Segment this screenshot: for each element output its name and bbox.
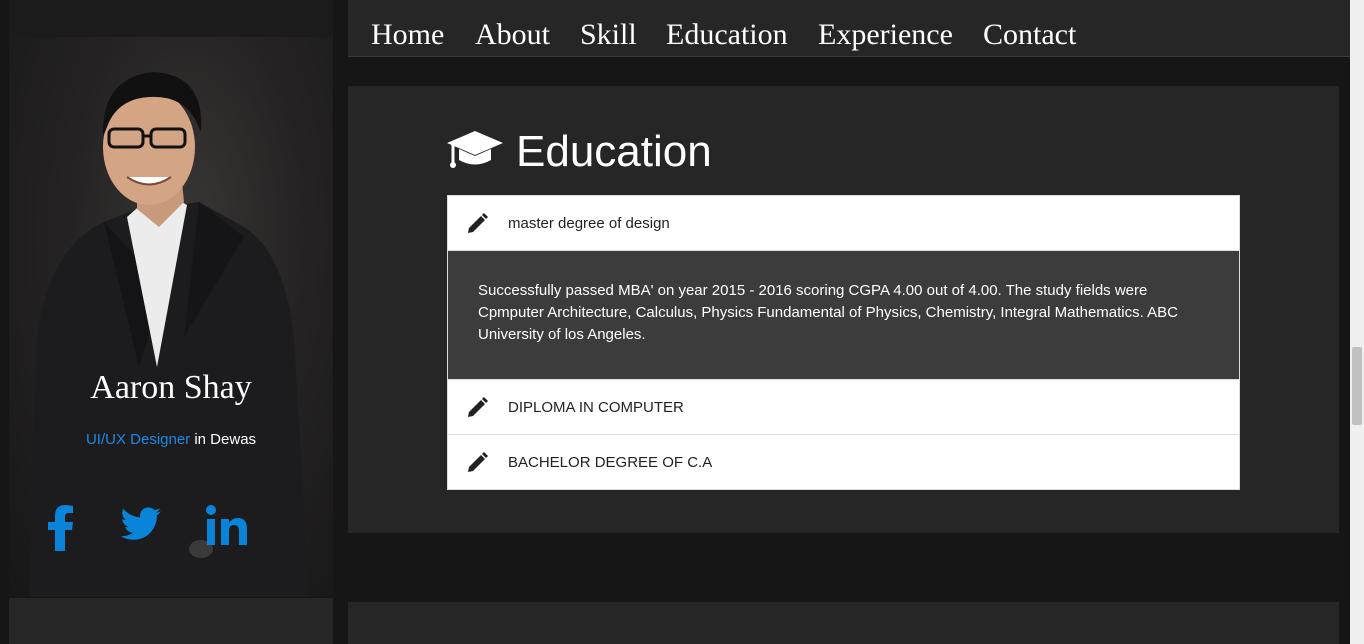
education-item-header[interactable]: master degree of design	[448, 196, 1239, 251]
education-item-header[interactable]: DIPLOMA IN COMPUTER	[448, 380, 1239, 435]
education-item-header[interactable]: BACHELOR DEGREE OF C.A	[448, 435, 1239, 489]
pencil-icon	[448, 451, 508, 473]
facebook-icon[interactable]	[47, 505, 75, 556]
profile-name: Aaron Shay	[90, 369, 252, 406]
education-accordion: master degree of design Successfully pas…	[447, 195, 1240, 490]
pencil-icon	[448, 396, 508, 418]
nav-education[interactable]: Education	[666, 18, 788, 52]
education-title: Education	[516, 127, 712, 176]
top-navigation: Home About Skill Education Experience Co…	[348, 0, 1350, 57]
education-item-details: Successfully passed MBA' on year 2015 - …	[448, 251, 1239, 380]
social-links	[9, 505, 333, 555]
next-section-panel	[348, 602, 1339, 644]
nav-contact[interactable]: Contact	[983, 18, 1076, 52]
education-item-label: BACHELOR DEGREE OF C.A	[508, 453, 713, 471]
education-item-label: DIPLOMA IN COMPUTER	[508, 398, 684, 416]
profile-role-link[interactable]: UI/UX Designer	[86, 431, 190, 448]
education-heading: Education	[446, 122, 712, 182]
nav-about[interactable]: About	[475, 18, 550, 52]
pencil-icon	[448, 212, 508, 234]
profile-location: in Dewas	[190, 431, 257, 448]
nav-skill[interactable]: Skill	[580, 18, 637, 52]
graduation-cap-icon	[446, 129, 504, 176]
page-scrollbar[interactable]	[1350, 0, 1364, 644]
linkedin-icon[interactable]	[205, 505, 249, 552]
nav-experience[interactable]: Experience	[818, 18, 953, 52]
twitter-icon[interactable]	[119, 505, 163, 550]
scrollbar-thumb[interactable]	[1352, 347, 1362, 425]
profile-role-line: UI/UX Designer in Dewas	[9, 431, 333, 448]
sidebar-top-strip	[9, 0, 333, 37]
profile-card: Aaron Shay UI/UX Designer in Dewas	[9, 37, 333, 597]
education-section: Education master degree of design Succes…	[348, 86, 1339, 533]
education-item-label: master degree of design	[508, 214, 670, 232]
sidebar-next-card	[9, 598, 333, 644]
nav-home[interactable]: Home	[371, 18, 444, 52]
